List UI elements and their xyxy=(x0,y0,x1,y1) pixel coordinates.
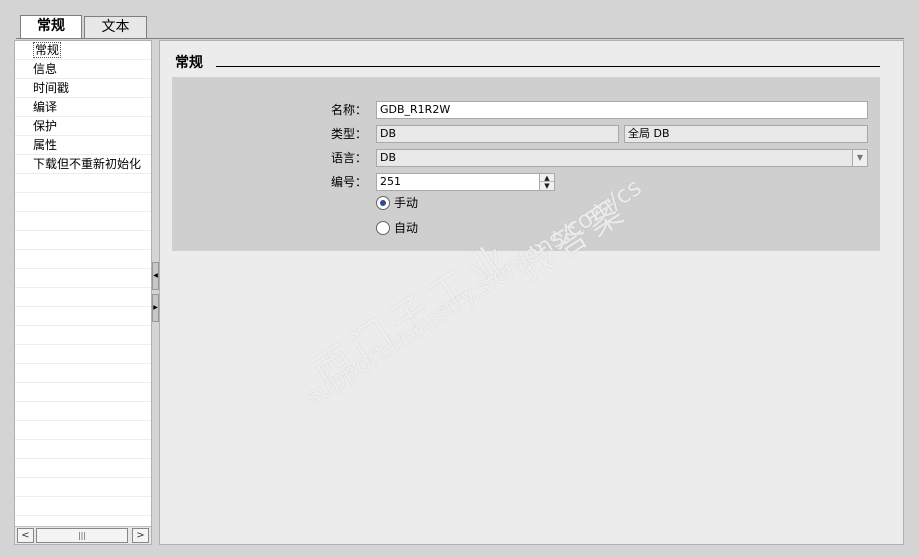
chevron-down-icon[interactable]: ▼ xyxy=(852,150,867,166)
number-value: 251 xyxy=(380,175,401,188)
nav-item-download-without-reinit[interactable]: 下载但不重新初始化 xyxy=(15,155,151,174)
general-properties-panel: 常规 名称： GDB_R1R2W 类型： DB 全局 DB 语言： DB ▼ 编… xyxy=(159,40,904,545)
expand-nav-button[interactable]: ▶ xyxy=(152,294,159,322)
nav-item-attributes[interactable]: 属性 xyxy=(15,136,151,155)
nav-item-timestamp[interactable]: 时间戳 xyxy=(15,79,151,98)
type-field: DB xyxy=(376,125,619,143)
scroll-thumb[interactable]: ||| xyxy=(36,528,128,543)
section-title: 常规 xyxy=(175,55,203,71)
spin-down-icon[interactable]: ▼ xyxy=(540,182,554,190)
nav-item-general[interactable]: 常规 xyxy=(15,41,151,60)
tab-bar: 常规 文本 xyxy=(0,0,919,40)
radio-auto-indicator[interactable] xyxy=(376,221,390,235)
number-label: 编号： xyxy=(330,175,367,189)
language-label: 语言： xyxy=(330,151,367,165)
tab-text[interactable]: 文本 xyxy=(84,16,147,38)
window-bottom-edge xyxy=(0,545,919,558)
scroll-left-button[interactable]: < xyxy=(17,528,34,543)
section-divider xyxy=(216,66,880,67)
number-stepper[interactable]: 251 ▲ ▼ xyxy=(376,173,555,191)
tab-divider xyxy=(16,38,904,39)
panel-splitter[interactable]: ◀ ▶ xyxy=(152,40,159,545)
triangle-left-icon: ◀ xyxy=(153,272,158,279)
nav-item-info[interactable]: 信息 xyxy=(15,60,151,79)
property-nav: 常规 信息 时间戳 编译 保护 属性 下载但不重新初始化 < ||| > xyxy=(14,40,152,545)
nav-item-compile[interactable]: 编译 xyxy=(15,98,151,117)
language-value: DB xyxy=(380,151,397,164)
number-spin-buttons[interactable]: ▲ ▼ xyxy=(539,174,554,190)
spin-up-icon[interactable]: ▲ xyxy=(540,174,554,182)
tab-general[interactable]: 常规 xyxy=(20,15,82,39)
radio-manual[interactable]: 手动 xyxy=(376,194,456,212)
nav-horizontal-scrollbar[interactable]: < ||| > xyxy=(15,526,151,544)
radio-manual-indicator[interactable] xyxy=(376,196,390,210)
nav-item-protection[interactable]: 保护 xyxy=(15,117,151,136)
grip-icon: ||| xyxy=(77,531,87,540)
chevron-left-icon: < xyxy=(21,530,30,541)
type-scope-field: 全局 DB xyxy=(624,125,868,143)
radio-auto[interactable]: 自动 xyxy=(376,219,456,237)
chevron-right-icon: > xyxy=(136,530,145,541)
general-group-box: 名称： GDB_R1R2W 类型： DB 全局 DB 语言： DB ▼ 编号： … xyxy=(172,77,880,251)
language-dropdown[interactable]: DB ▼ xyxy=(376,149,868,167)
triangle-right-icon: ▶ xyxy=(153,304,158,311)
collapse-nav-button[interactable]: ◀ xyxy=(152,262,159,290)
name-label: 名称： xyxy=(330,103,367,117)
name-input[interactable]: GDB_R1R2W xyxy=(376,101,868,119)
scroll-right-button[interactable]: > xyxy=(132,528,149,543)
property-nav-list: 常规 信息 时间戳 编译 保护 属性 下载但不重新初始化 xyxy=(15,41,151,526)
radio-auto-label: 自动 xyxy=(394,221,419,235)
type-label: 类型： xyxy=(330,127,367,141)
radio-manual-label: 手动 xyxy=(394,196,419,210)
